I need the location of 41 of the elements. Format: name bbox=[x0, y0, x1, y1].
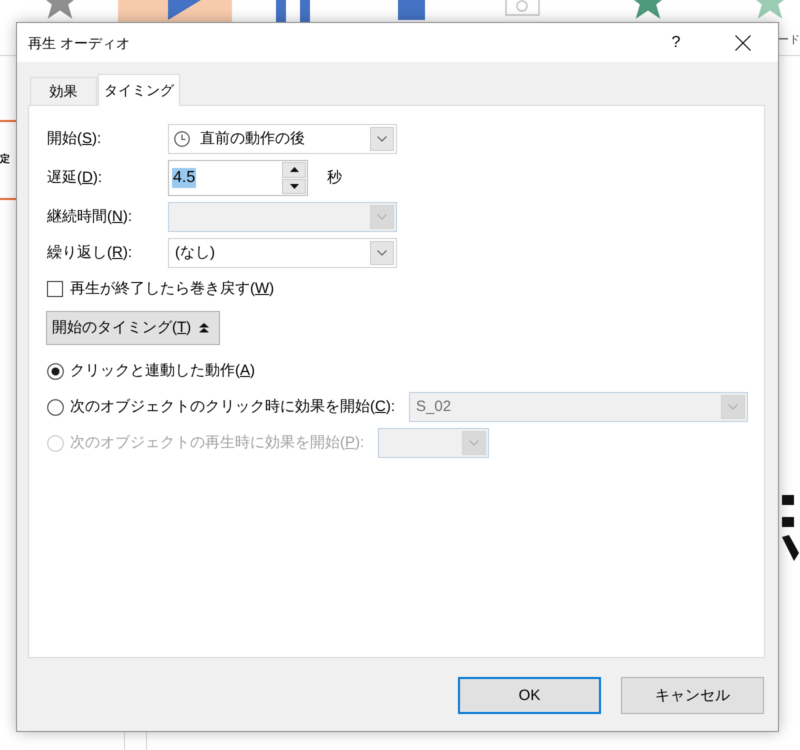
clock-icon bbox=[174, 131, 190, 147]
toggle-button[interactable]: 開始のタイミング(T) bbox=[46, 311, 220, 345]
spin-up-button[interactable] bbox=[282, 162, 306, 178]
chevron-down-icon bbox=[469, 440, 480, 446]
chevron-down-icon bbox=[377, 214, 387, 220]
close-icon bbox=[735, 34, 751, 50]
field-label: 遅延(D): bbox=[47, 168, 102, 188]
triangle-up-icon bbox=[290, 167, 298, 172]
thumbnail-text: 定 bbox=[0, 154, 10, 166]
help-button[interactable]: ? bbox=[661, 28, 691, 58]
chevron-down-icon bbox=[377, 136, 387, 142]
field-label: 開始(S): bbox=[47, 129, 102, 149]
camera-icon[interactable] bbox=[505, 0, 540, 16]
dropdown[interactable]: 直前の動作の後 bbox=[168, 124, 397, 154]
triangle-down-icon bbox=[290, 184, 298, 189]
tab[interactable]: タイミング bbox=[98, 74, 180, 106]
checkbox-label[interactable]: 再生が終了したら巻き戻す(W) bbox=[70, 279, 274, 299]
cancel-button[interactable]: キャンセル bbox=[621, 677, 764, 714]
spin-down-button[interactable] bbox=[282, 178, 306, 194]
number-field[interactable]: 4.5 bbox=[168, 160, 308, 196]
radio-button[interactable] bbox=[47, 362, 64, 380]
radio-button[interactable] bbox=[47, 398, 64, 416]
chevron-down-icon bbox=[728, 404, 738, 410]
window-title: 再生 オーディオ bbox=[28, 34, 131, 52]
dropdown-button[interactable] bbox=[370, 127, 394, 151]
radio-label[interactable]: 次のオブジェクトのクリック時に効果を開始(C): bbox=[70, 397, 396, 417]
ribbon-label[interactable]: ード bbox=[778, 33, 800, 47]
pause-icon[interactable] bbox=[276, 0, 310, 22]
dropdown-button[interactable] bbox=[370, 241, 394, 265]
unit-label: 秒 bbox=[327, 168, 342, 188]
dropdown[interactable]: (なし) bbox=[168, 238, 397, 268]
chevron-down-icon bbox=[377, 250, 387, 256]
slide-text-fragment-drawing bbox=[782, 495, 799, 561]
tab[interactable]: 効果 bbox=[30, 77, 97, 105]
field-label: 継続時間(N): bbox=[47, 207, 132, 227]
radio-label[interactable]: クリックと連動した動作(A) bbox=[70, 361, 256, 381]
checkbox[interactable] bbox=[47, 281, 63, 297]
play-icon[interactable] bbox=[118, 0, 232, 22]
field-label: 繰り返し(R): bbox=[47, 243, 132, 263]
field-value: 4.5 bbox=[172, 168, 196, 188]
ok-button[interactable]: OK bbox=[458, 677, 601, 714]
